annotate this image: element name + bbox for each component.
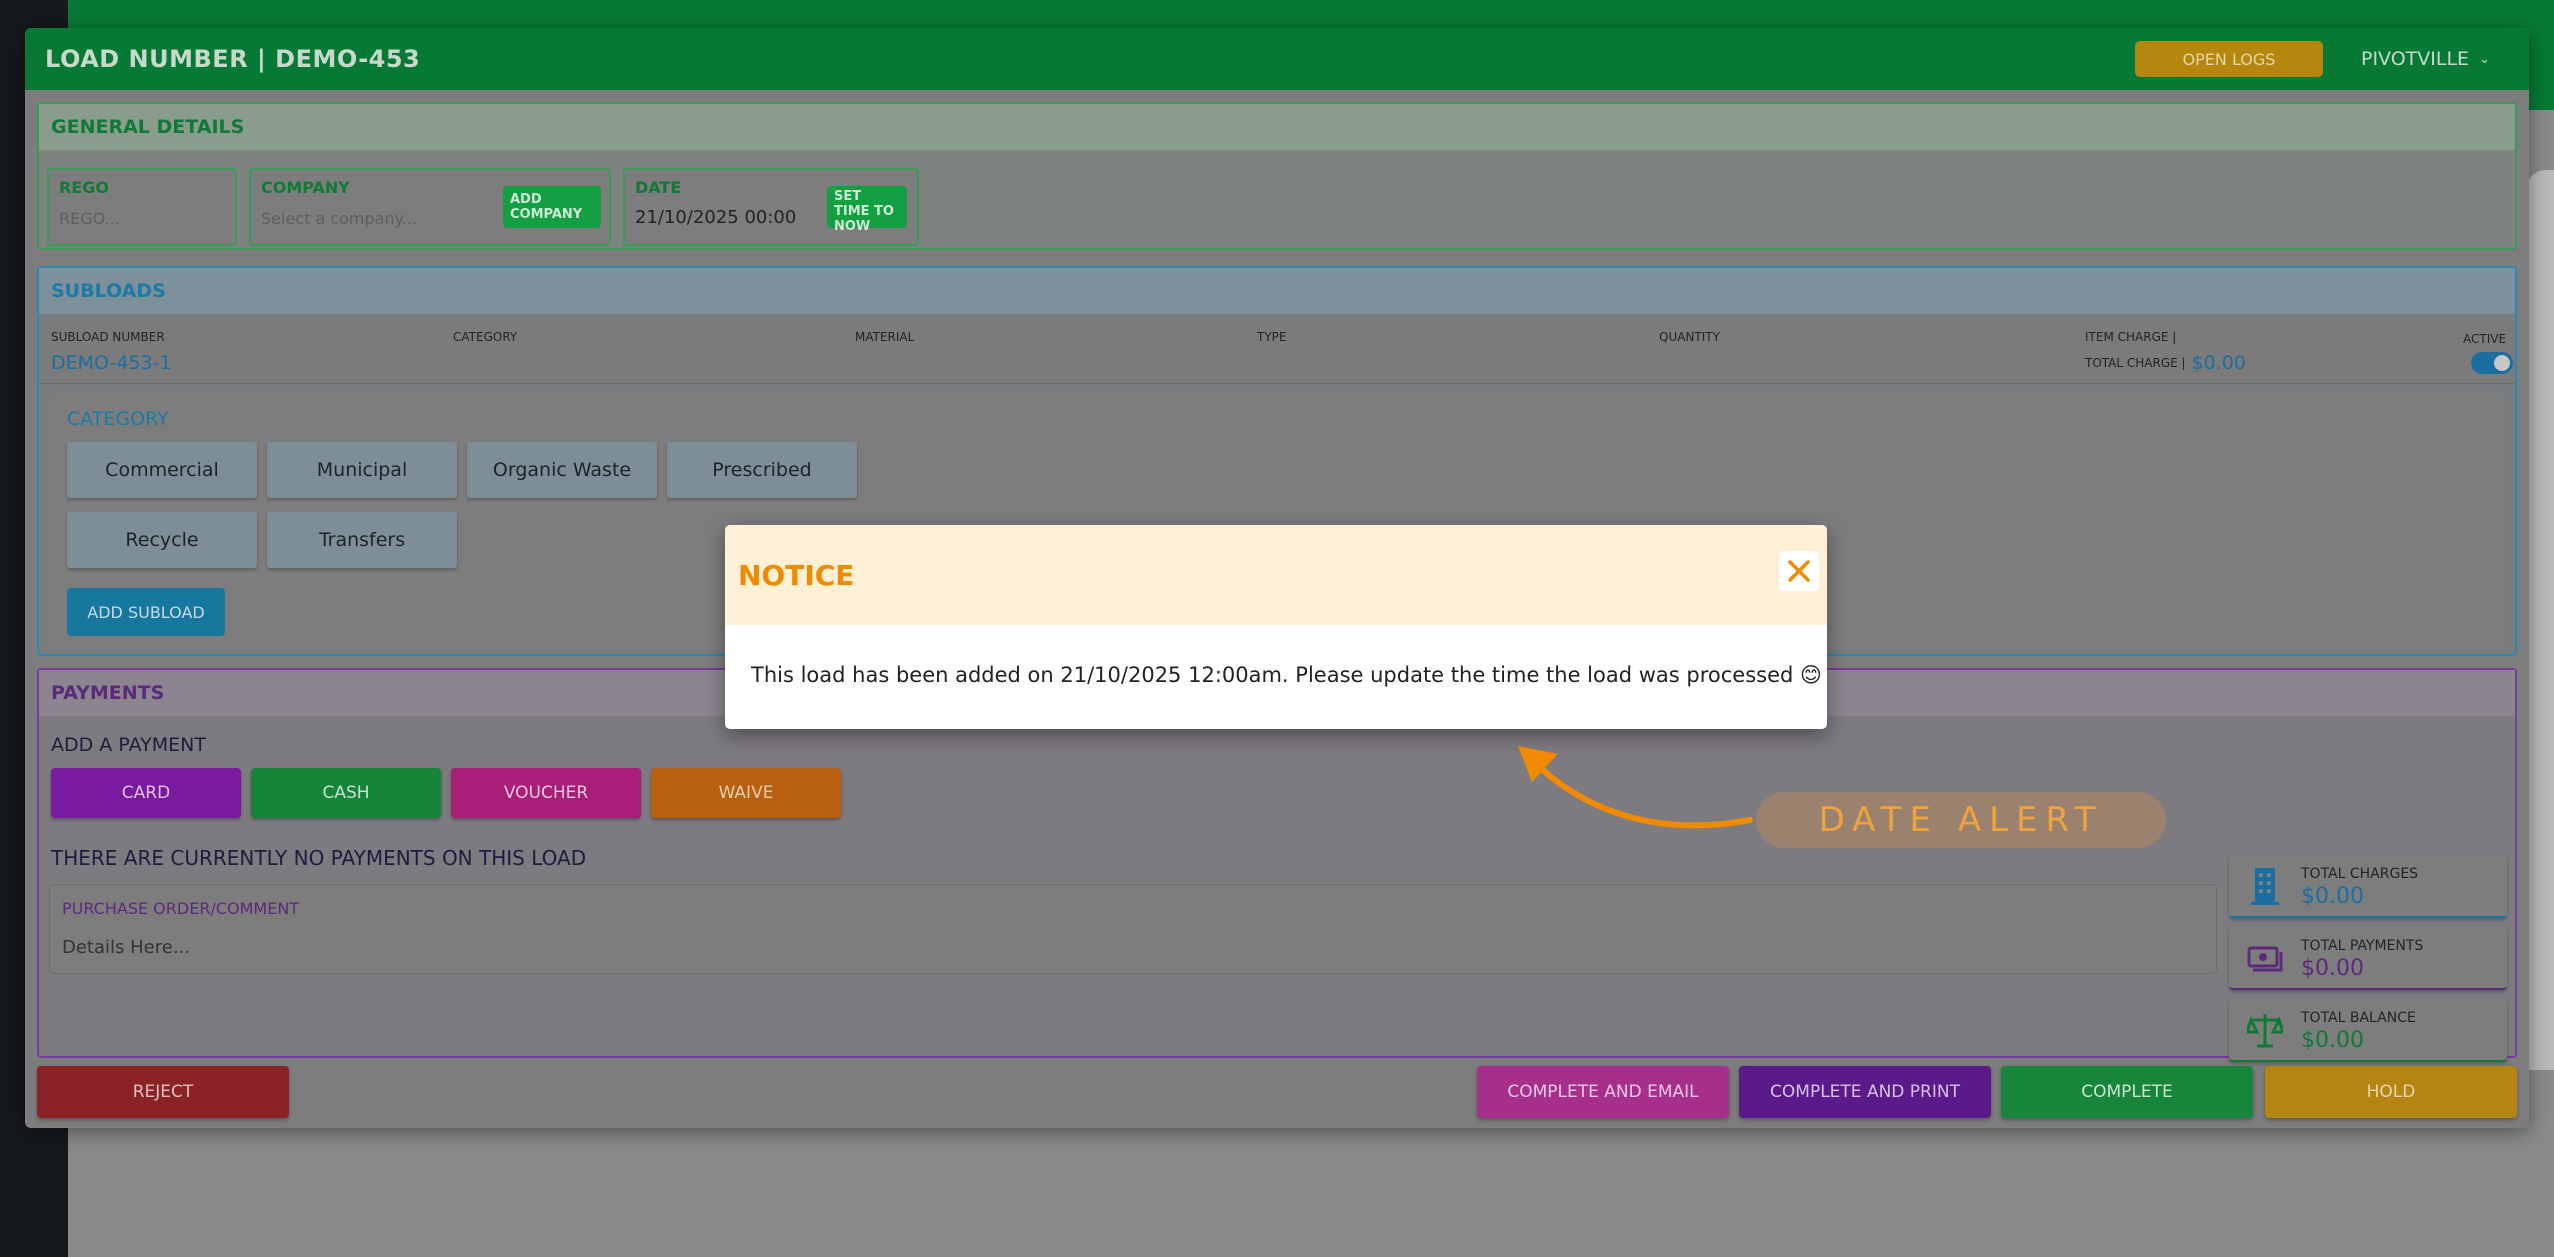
category-organic-waste-button[interactable]: Organic Waste	[467, 442, 657, 498]
col-active: ACTIVE	[2463, 332, 2507, 346]
category-commercial-button[interactable]: Commercial	[67, 442, 257, 498]
set-time-to-now-button[interactable]: SET TIME TO NOW	[827, 186, 907, 234]
close-icon	[1788, 560, 1810, 582]
total-charges-value: $0.00	[2301, 884, 2364, 909]
complete-and-print-button[interactable]: COMPLETE AND PRINT	[1739, 1066, 1991, 1118]
user-menu[interactable]: PIVOTVILLE ⌄	[2361, 48, 2490, 70]
notice-modal: NOTICE This load has been added on 21/10…	[725, 525, 1827, 729]
total-charges-label: TOTAL CHARGES	[2301, 866, 2419, 882]
total-balance-card: TOTAL BALANCE $0.00	[2229, 998, 2507, 1062]
user-name: PIVOTVILLE	[2361, 48, 2470, 70]
modal-title: NOTICE	[738, 559, 855, 592]
total-balance-value: $0.00	[2301, 1028, 2364, 1053]
category-municipal-button[interactable]: Municipal	[267, 442, 457, 498]
col-category: CATEGORY	[453, 330, 518, 344]
hold-button[interactable]: HOLD	[2265, 1066, 2517, 1118]
voucher-payment-button[interactable]: VOUCHER	[451, 768, 641, 818]
col-quantity: QUANTITY	[1659, 330, 1720, 344]
total-charge-value: $0.00	[2191, 352, 2246, 374]
category-title: CATEGORY	[67, 408, 169, 430]
purchase-order-label: PURCHASE ORDER/COMMENT	[62, 899, 300, 918]
building-icon	[2251, 868, 2279, 905]
curved-arrow-icon	[1518, 746, 1753, 829]
category-prescribed-button[interactable]: Prescribed	[667, 442, 857, 498]
modal-message: This load has been added on 21/10/2025 1…	[751, 663, 1822, 687]
general-details-section: GENERAL DETAILS REGO REGO... COMPANY Sel…	[37, 102, 2517, 250]
col-item-charge: ITEM CHARGE |	[2085, 330, 2177, 344]
purchase-order-input[interactable]: Details Here...	[62, 937, 190, 958]
col-subload-number: SUBLOAD NUMBER	[51, 330, 165, 344]
table-row[interactable]: SUBLOAD NUMBER CATEGORY MATERIAL TYPE QU…	[39, 318, 2515, 384]
total-charge: TOTAL CHARGE | $0.00	[2085, 352, 2246, 374]
open-logs-button[interactable]: OPEN LOGS	[2135, 41, 2323, 77]
complete-button[interactable]: COMPLETE	[2001, 1066, 2253, 1118]
waive-payment-button[interactable]: WAIVE	[651, 768, 841, 818]
modal-header: NOTICE	[725, 525, 1827, 625]
panel-header: LOAD NUMBER | DEMO-453 OPEN LOGS PIVOTVI…	[25, 28, 2529, 90]
complete-and-email-button[interactable]: COMPLETE AND EMAIL	[1477, 1066, 1729, 1118]
date-alert-annotation: DATE ALERT	[1756, 792, 2166, 848]
scale-icon	[2247, 1014, 2283, 1048]
add-company-button[interactable]: ADD COMPANY	[503, 186, 601, 228]
reject-button[interactable]: REJECT	[37, 1066, 289, 1118]
add-payment-label: ADD A PAYMENT	[51, 734, 206, 756]
total-charge-label: TOTAL CHARGE |	[2085, 356, 2186, 370]
general-details-title: GENERAL DETAILS	[39, 104, 2515, 150]
chevron-down-icon: ⌄	[2479, 51, 2490, 67]
background-right-strip	[2526, 170, 2554, 1070]
company-field[interactable]: COMPANY Select a company... ADD COMPANY	[249, 168, 611, 246]
subloads-title: SUBLOADS	[39, 268, 2515, 314]
cash-payment-button[interactable]: CASH	[251, 768, 441, 818]
category-recycle-button[interactable]: Recycle	[67, 512, 257, 568]
total-payments-label: TOTAL PAYMENTS	[2301, 938, 2424, 954]
no-payments-message: THERE ARE CURRENTLY NO PAYMENTS ON THIS …	[51, 846, 587, 870]
rego-input[interactable]: REGO...	[59, 209, 225, 228]
subload-number[interactable]: DEMO-453-1	[51, 352, 172, 374]
money-icon	[2247, 946, 2283, 972]
active-toggle[interactable]	[2471, 352, 2513, 374]
total-charges-card: TOTAL CHARGES $0.00	[2229, 854, 2507, 918]
total-payments-value: $0.00	[2301, 956, 2364, 981]
purchase-order-field[interactable]: PURCHASE ORDER/COMMENT Details Here...	[49, 884, 2217, 974]
card-payment-button[interactable]: CARD	[51, 768, 241, 818]
rego-field[interactable]: REGO REGO...	[47, 168, 237, 246]
page-title: LOAD NUMBER | DEMO-453	[45, 45, 421, 73]
close-button[interactable]	[1779, 551, 1819, 591]
date-field[interactable]: DATE 21/10/2025 00:00 SET TIME TO NOW	[623, 168, 919, 246]
total-balance-label: TOTAL BALANCE	[2301, 1010, 2416, 1026]
col-material: MATERIAL	[855, 330, 915, 344]
total-payments-card: TOTAL PAYMENTS $0.00	[2229, 926, 2507, 990]
category-transfers-button[interactable]: Transfers	[267, 512, 457, 568]
col-type: TYPE	[1257, 330, 1287, 344]
add-subload-button[interactable]: ADD SUBLOAD	[67, 588, 225, 636]
rego-label: REGO	[59, 178, 109, 197]
